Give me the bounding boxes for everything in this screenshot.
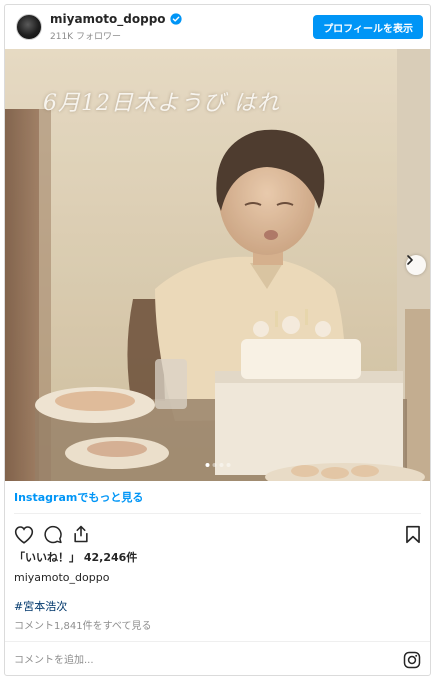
photo-overlay-text: 6月12日木ようび はれ (43, 91, 280, 116)
like-count[interactable]: 「いいね！」 42,246件 (14, 549, 137, 565)
comment-icon[interactable] (43, 525, 63, 544)
comment-input[interactable] (14, 651, 394, 669)
comment-bar (5, 641, 430, 675)
bookmark-icon[interactable] (405, 525, 421, 544)
caption-author[interactable]: miyamoto_doppo (14, 571, 109, 584)
avatar[interactable] (16, 14, 42, 40)
chevron-right-icon (407, 255, 413, 265)
verified-badge-icon (169, 13, 182, 25)
instagram-embed-card: miyamoto_doppo 211K フォロワー プロフィールを表示 6月12… (4, 4, 431, 676)
divider (14, 513, 421, 514)
username-link[interactable]: miyamoto_doppo (50, 12, 182, 26)
view-all-comments-link[interactable]: コメント1,841件をすべて見る (14, 617, 152, 632)
carousel-next-button[interactable] (406, 255, 426, 275)
heart-icon[interactable] (14, 525, 34, 544)
post-photo[interactable]: 6月12日木ようび はれ (5, 49, 430, 481)
action-bar (5, 519, 430, 549)
carousel-indicator (205, 463, 230, 467)
carousel-dot (226, 463, 230, 467)
view-profile-button[interactable]: プロフィールを表示 (313, 15, 423, 39)
carousel-dot (219, 463, 223, 467)
follower-count: 211K フォロワー (50, 32, 121, 42)
carousel-dot-active (205, 463, 209, 467)
share-icon[interactable] (71, 524, 91, 544)
post-header: miyamoto_doppo 211K フォロワー プロフィールを表示 (5, 5, 430, 49)
caption-hashtag[interactable]: #宮本浩次 (14, 598, 67, 614)
carousel-dot (212, 463, 216, 467)
view-more-on-instagram-link[interactable]: Instagramでもっと見る (14, 489, 143, 505)
instagram-logo-icon[interactable] (403, 651, 421, 669)
username[interactable]: miyamoto_doppo (50, 12, 166, 26)
